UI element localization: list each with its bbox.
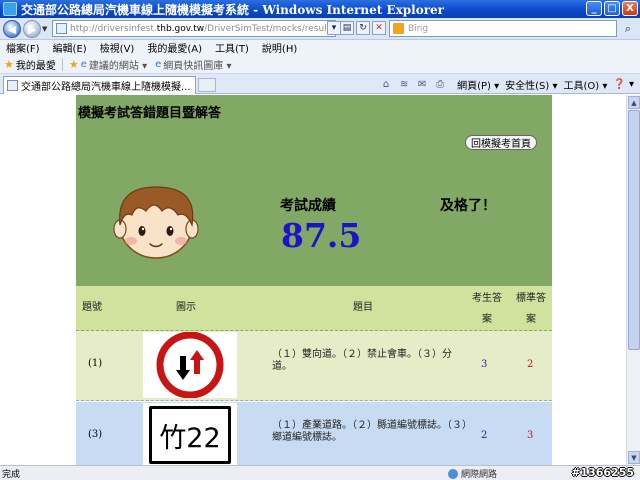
url-suffix: /DriverSimTest/mocks/result.do bbox=[204, 23, 336, 34]
column-header-image: 圖示 bbox=[176, 302, 196, 313]
result-page: 模擬考試答錯題目暨解答 回模擬考首頁 考試成績 87.5 及格了！ 題號 圖示 … bbox=[76, 95, 552, 465]
security-zone: 網際網路 bbox=[448, 467, 497, 480]
search-placeholder: Bing bbox=[408, 23, 429, 34]
table-row: (3) 竹22 （１）產業道路。（２）縣道編號標誌。（３）鄉道編號標誌。 2 3 bbox=[76, 402, 552, 465]
question-image bbox=[143, 331, 237, 399]
menu-bar: 檔案(F) 編輯(E) 檢視(V) 我的最愛(A) 工具(T) 說明(H) bbox=[0, 40, 640, 55]
ie-page-icon: e bbox=[80, 58, 87, 70]
favorites-star-icon: ★ bbox=[4, 57, 14, 71]
watermark-text: #1366255 bbox=[571, 466, 634, 479]
status-text: 完成 bbox=[2, 469, 21, 480]
page-viewport: 模擬考試答錯題目暨解答 回模擬考首頁 考試成績 87.5 及格了！ 題號 圖示 … bbox=[0, 95, 626, 465]
web-slice-gallery-link[interactable]: e 網頁快訊圖庫 ▾ bbox=[155, 57, 231, 72]
boy-mascot-icon bbox=[113, 186, 199, 259]
score-label: 考試成績 bbox=[280, 198, 336, 214]
suggested-sites-label: 建議的網站 ▾ bbox=[88, 60, 148, 72]
favorites-button[interactable]: 我的最愛 bbox=[16, 57, 56, 72]
vertical-scrollbar[interactable]: ▲ ▼ bbox=[626, 95, 640, 465]
tab-current[interactable]: 交通部公路總局汽機車線上隨機模擬... bbox=[3, 76, 196, 94]
add-favorite-icon[interactable]: ★ bbox=[69, 58, 79, 71]
new-tab-button[interactable] bbox=[198, 78, 216, 92]
menu-tools[interactable]: 工具(T) bbox=[215, 40, 249, 55]
answers-table-header: 題號 圖示 題目 考生答案 標準答案 bbox=[76, 286, 552, 331]
menu-favorites[interactable]: 我的最愛(A) bbox=[147, 40, 202, 55]
maximize-button[interactable]: □ bbox=[604, 1, 620, 16]
history-dropdown-icon[interactable]: ▼ bbox=[42, 25, 47, 33]
bing-icon bbox=[393, 23, 404, 34]
command-bar: ⌂ ≋ ✉ ⎙ 網頁(P) ▾ 安全性(S) ▾ 工具(O) ▾ ❓ ▾ bbox=[379, 77, 634, 92]
refresh-icon[interactable]: ↻ bbox=[356, 21, 370, 35]
pass-status-text: 及格了！ bbox=[440, 198, 496, 214]
safety-menu[interactable]: 安全性(S) ▾ bbox=[505, 77, 557, 92]
favorites-separator bbox=[61, 57, 63, 71]
back-button[interactable]: ◀ bbox=[3, 20, 21, 38]
address-bar: ◀ ▶ ▼ http://driversinfest. thb.gov.tw/Dr… bbox=[0, 18, 640, 40]
column-header-standard-answer: 標準答案 bbox=[516, 293, 546, 325]
tab-bar: 交通部公路總局汽機車線上隨機模擬... ⌂ ≋ ✉ ⎙ 網頁(P) ▾ 安全性(… bbox=[0, 74, 640, 94]
scroll-up-icon[interactable]: ▲ bbox=[628, 96, 640, 109]
page-favicon-icon bbox=[56, 23, 67, 34]
back-to-home-button[interactable]: 回模擬考首頁 bbox=[465, 135, 537, 150]
column-header-question: 題目 bbox=[353, 302, 373, 313]
page-menu[interactable]: 網頁(P) ▾ bbox=[457, 77, 499, 92]
search-input[interactable]: Bing bbox=[389, 20, 617, 37]
suggested-sites-link[interactable]: e 建議的網站 ▾ bbox=[81, 57, 147, 72]
page-favicon-icon bbox=[7, 80, 18, 91]
menu-edit[interactable]: 編輯(E) bbox=[53, 40, 87, 55]
status-bar: 完成 網際網路 #1366255 bbox=[0, 465, 640, 480]
window-title: 交通部公路總局汽機車線上隨機模擬考系統 - Windows Internet E… bbox=[21, 2, 444, 17]
url-dropdown-icon[interactable]: ▾ bbox=[327, 21, 341, 35]
menu-file[interactable]: 檔案(F) bbox=[6, 40, 40, 55]
column-header-my-answer: 考生答案 bbox=[472, 293, 502, 325]
forward-button[interactable]: ▶ bbox=[23, 20, 41, 38]
search-icon[interactable]: ⌕ bbox=[620, 21, 636, 36]
menu-help[interactable]: 說明(H) bbox=[262, 40, 297, 55]
tab-label: 交通部公路總局汽機車線上隨機模擬... bbox=[21, 82, 191, 93]
menu-view[interactable]: 檢視(V) bbox=[100, 40, 135, 55]
url-input[interactable]: http://driversinfest. thb.gov.tw/DriverSi… bbox=[52, 20, 336, 37]
question-number: (3) bbox=[88, 429, 103, 440]
my-answer: 2 bbox=[481, 430, 488, 441]
my-answer: 3 bbox=[481, 359, 488, 370]
compatibility-view-icon[interactable]: ▤ bbox=[340, 21, 354, 35]
scroll-thumb[interactable] bbox=[628, 110, 640, 350]
scroll-down-icon[interactable]: ▼ bbox=[628, 451, 640, 464]
globe-icon bbox=[448, 468, 458, 479]
ie-page-icon: e bbox=[155, 58, 162, 70]
ie-app-icon bbox=[3, 2, 17, 16]
web-slice-gallery-label: 網頁快訊圖庫 ▾ bbox=[163, 60, 232, 72]
two-way-traffic-sign-icon bbox=[156, 331, 224, 399]
zone-label: 網際網路 bbox=[461, 470, 498, 480]
township-road-sign: 竹22 bbox=[149, 406, 231, 464]
question-text: （１）產業道路。（２）縣道編號標誌。（３）鄉道編號標誌。 bbox=[272, 420, 467, 443]
window-title-bar: 交通部公路總局汽機車線上隨機模擬考系統 - Windows Internet E… bbox=[0, 0, 640, 18]
url-prefix: http://driversinfest. bbox=[70, 23, 157, 34]
column-header-number: 題號 bbox=[82, 302, 102, 313]
tools-menu[interactable]: 工具(O) ▾ bbox=[563, 77, 607, 92]
stop-icon[interactable]: ✕ bbox=[372, 21, 386, 35]
table-row: (1) （１）雙向道。（２）禁止會車。（３）分道。 3 2 bbox=[76, 331, 552, 401]
home-icon[interactable]: ⌂ bbox=[379, 79, 393, 91]
question-number: (1) bbox=[88, 358, 103, 369]
close-button[interactable]: X bbox=[622, 1, 638, 16]
standard-answer: 3 bbox=[527, 430, 534, 441]
feeds-icon[interactable]: ≋ bbox=[397, 79, 411, 91]
question-image: 竹22 bbox=[143, 403, 237, 465]
standard-answer: 2 bbox=[527, 359, 534, 370]
print-icon[interactable]: ⎙ bbox=[433, 79, 447, 91]
window-controls: _ □ X bbox=[586, 1, 638, 16]
favorites-bar: ★ 我的最愛 ★ e 建議的網站 ▾ e 網頁快訊圖庫 ▾ bbox=[0, 55, 640, 74]
mail-icon[interactable]: ✉ bbox=[415, 79, 429, 91]
url-host: thb.gov.tw bbox=[156, 23, 205, 34]
minimize-button[interactable]: _ bbox=[586, 1, 602, 16]
help-menu[interactable]: ❓ ▾ bbox=[613, 79, 634, 90]
score-value: 87.5 bbox=[281, 216, 362, 255]
question-text: （１）雙向道。（２）禁止會車。（３）分道。 bbox=[272, 349, 452, 372]
result-panel: 模擬考試答錯題目暨解答 回模擬考首頁 考試成績 87.5 及格了！ bbox=[76, 95, 552, 286]
page-title: 模擬考試答錯題目暨解答 bbox=[78, 106, 222, 121]
